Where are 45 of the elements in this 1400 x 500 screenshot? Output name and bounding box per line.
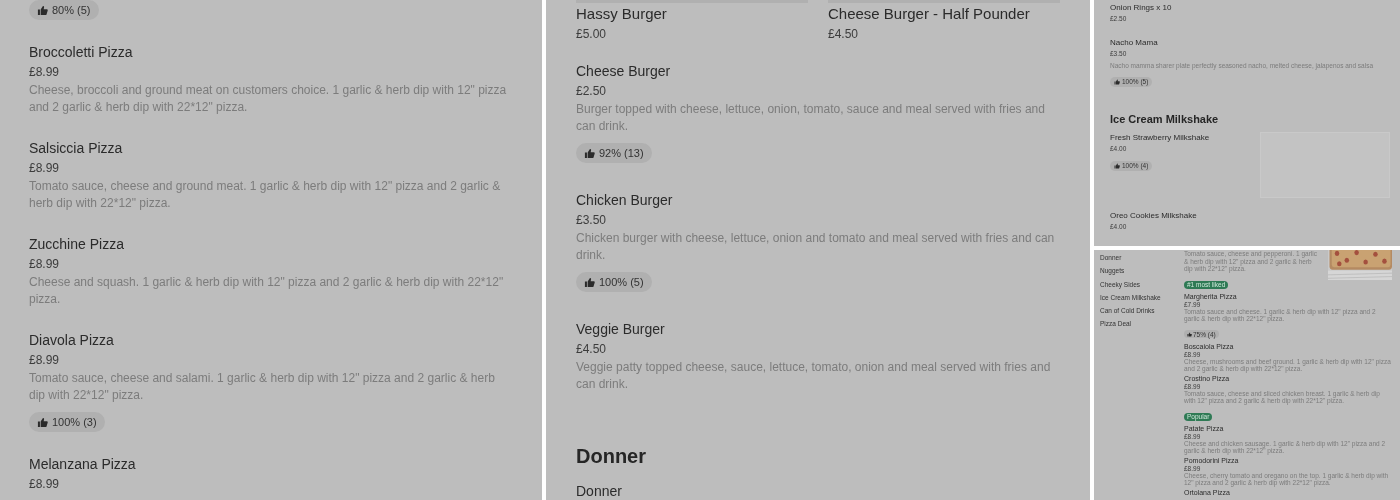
item-description: Tomato sauce, cheese and ground meat. 1 garlic & herb dip with 12" pizza and 2 garlic & herb dip with 22*12" pizza.: [29, 178, 502, 212]
section-heading: Ice Cream Milkshake: [1110, 112, 1220, 126]
item-name: Donner: [576, 482, 623, 500]
item-price: £8.99: [29, 352, 61, 369]
item-price: £3.50: [576, 212, 608, 229]
item-description: Burger topped with cheese, lettuce, onion, tomato, sauce and meal served with fries and can drink.: [576, 101, 1046, 135]
item-name: Cheese Burger: [576, 62, 672, 81]
item-description: Cheese, broccoli and ground meat on customers choice. 1 garlic & herb dip with 12" pizza and 2 garlic & herb dip with 22*12" pizza.: [29, 82, 508, 116]
item-description: Chicken burger with cheese, lettuce, onion and tomato and meal served with fries and can drink.: [576, 230, 1056, 264]
thumbs-up-icon: [37, 4, 48, 16]
item-name: Fresh Strawberry Milkshake: [1110, 131, 1211, 143]
thumbs-up-icon: [1187, 331, 1192, 337]
item-price: £4.50: [828, 26, 860, 43]
item-price: £5.00: [576, 26, 608, 43]
item-price: £8.99: [29, 64, 61, 81]
thumbs-up-icon: [37, 416, 48, 428]
item-description: Tomato sauce, cheese and salami. 1 garlic & herb dip with 12" pizza and 2 garlic & herb dip with 22*12" pizza.: [29, 370, 496, 404]
item-name: Salsiccia Pizza: [29, 139, 124, 158]
thumbs-up-icon: [584, 276, 595, 288]
item-name: Oreo Cookies Milkshake: [1110, 209, 1198, 221]
item-price: £4.50: [576, 341, 608, 358]
thumbs-up-icon: [1114, 162, 1120, 169]
rating-text: 100% (5): [599, 276, 644, 288]
item-price: £8.99: [29, 160, 61, 177]
thumbs-up-icon: [1114, 78, 1120, 85]
item-price: £8.99: [29, 476, 61, 493]
item-name[interactable]: Cheese Burger - Half Pounder: [828, 3, 1060, 25]
item-price: £2.50: [576, 83, 608, 100]
item-price: £8.99: [29, 256, 61, 273]
item-name: Onion Rings x 10: [1110, 1, 1173, 13]
item-description: Cheese and squash. 1 garlic & herb dip with 12" pizza and 2 garlic & herb dip with 22*12" pizza.: [29, 274, 505, 308]
thumbs-up-icon: [584, 147, 595, 159]
item-name: Broccoletti Pizza: [29, 43, 134, 62]
item-name: Melanzana Pizza: [29, 455, 137, 474]
item-name: Chicken Burger: [576, 191, 674, 210]
item-name: Nacho Mama: [1110, 36, 1159, 48]
item-name: Diavola Pizza: [29, 331, 115, 350]
item-description: Veggie patty topped cheese, sauce, lettuce, tomato, onion and meal served with fries and can drink.: [576, 359, 1052, 393]
section-heading: Donner: [576, 444, 647, 469]
rating-text: 92% (13): [599, 147, 644, 159]
rating-text: 80% (5): [52, 4, 91, 16]
item-name: Zucchine Pizza: [29, 235, 125, 254]
item-name[interactable]: Hassy Burger: [576, 3, 808, 25]
rating-text: 100% (3): [52, 416, 97, 428]
item-name: Veggie Burger: [576, 320, 666, 339]
